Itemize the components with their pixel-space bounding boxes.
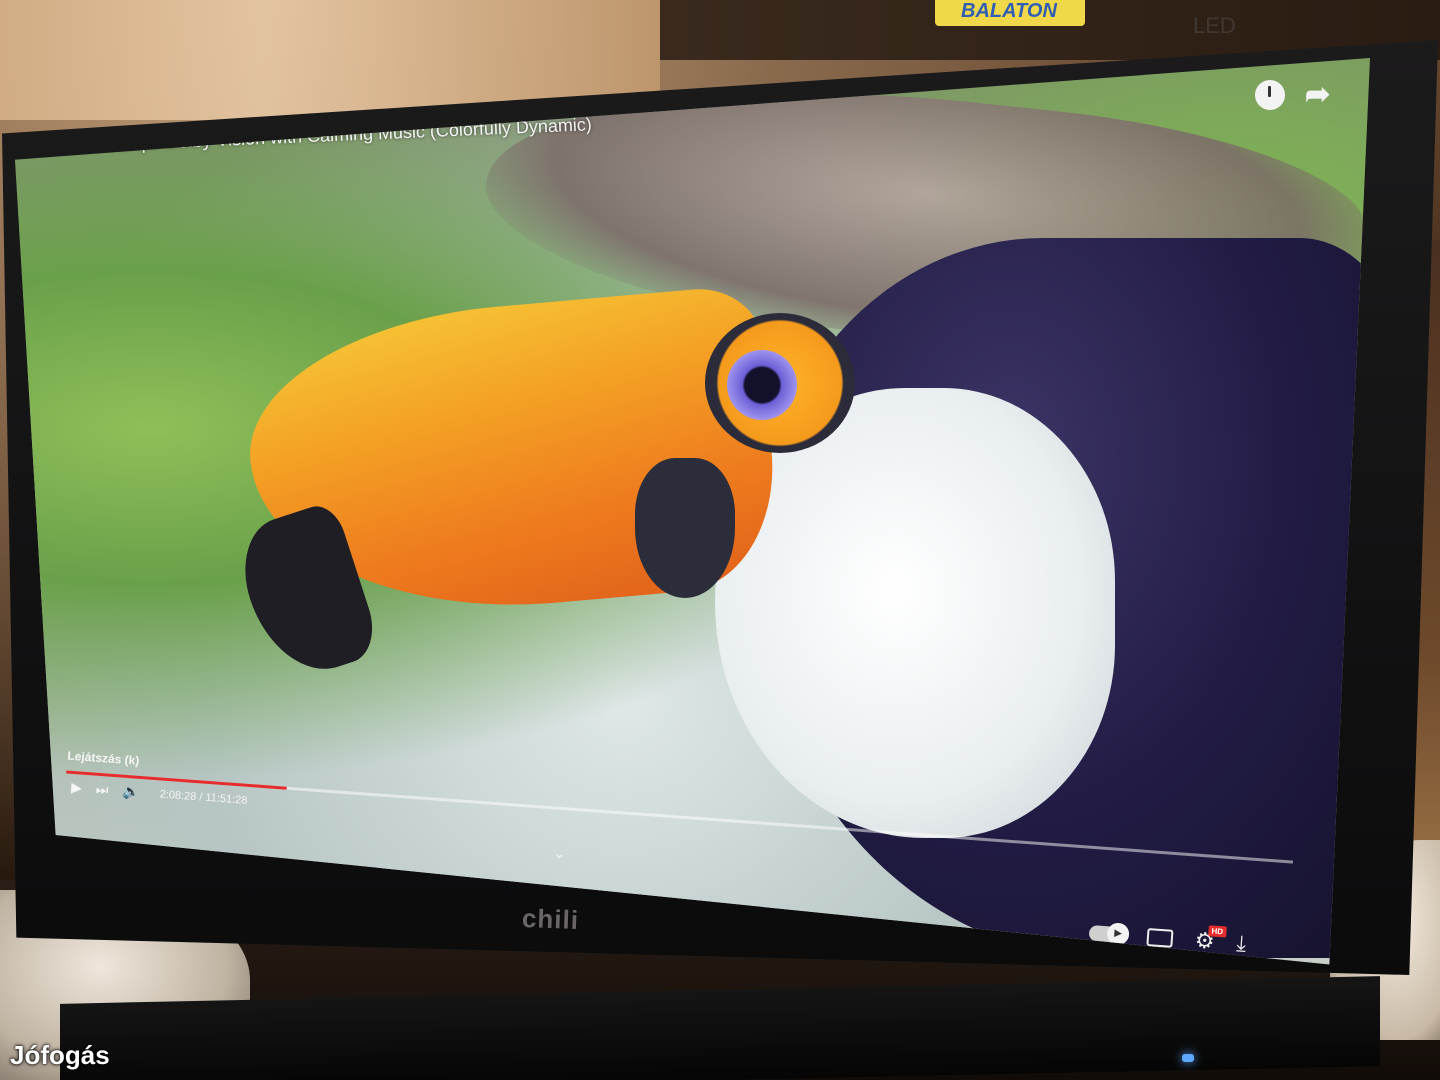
chevron-down-icon[interactable]: ⌄ [553, 844, 566, 862]
play-icon[interactable]: ▶ [71, 779, 83, 797]
watermark: Jófogás [10, 1040, 110, 1070]
player-top-icons: ➦ [1255, 80, 1339, 110]
volume-icon[interactable]: 🔈 [122, 783, 141, 801]
gear-icon[interactable]: ⚙ HD [1194, 925, 1227, 954]
sticker: BALATON [935, 0, 1085, 26]
sticker-text: BALATON [961, 0, 1057, 22]
time-display: 2:08:28 / 11:51:28 [159, 787, 248, 807]
subtitles-icon[interactable] [1146, 928, 1174, 948]
hd-badge: HD [1208, 925, 1227, 938]
power-led [1182, 1054, 1194, 1062]
next-icon[interactable]: ⏭ [95, 781, 109, 799]
monitor-brand-logo: chili [521, 903, 580, 935]
toucan-chest [715, 388, 1115, 838]
clock-icon[interactable] [1255, 80, 1285, 110]
exit-fullscreen-icon[interactable]: ⤓ [1236, 930, 1247, 957]
video-screen[interactable]: 12K HDR 120fps Dolby Vision with Calming… [15, 58, 1370, 965]
toucan-beak-base [635, 458, 735, 598]
toucan-eye [727, 350, 797, 420]
playlist-label[interactable]: Lejátszás (k) [67, 749, 140, 768]
monitor-brand-top: LED [1193, 13, 1236, 38]
share-icon[interactable]: ➦ [1305, 80, 1339, 110]
